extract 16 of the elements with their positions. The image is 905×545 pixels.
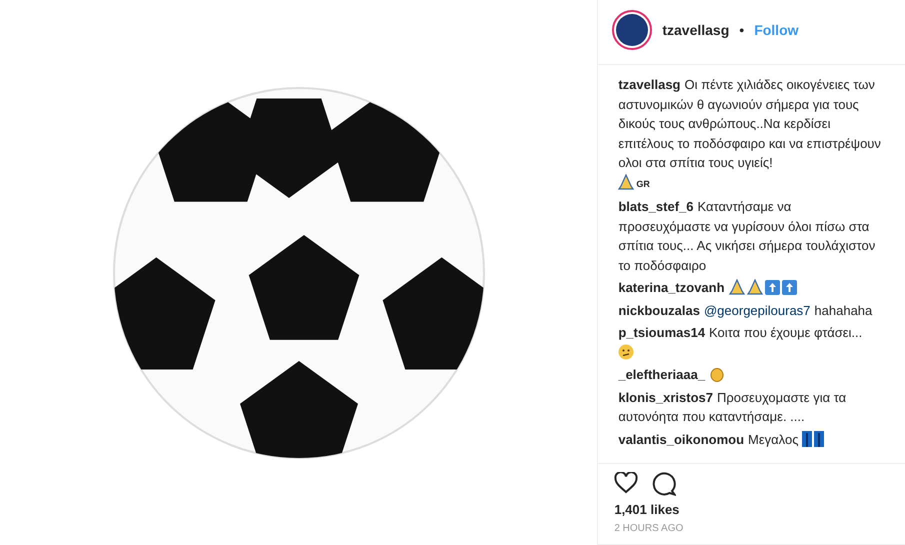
comment: _eleftheriaaa_ (618, 365, 883, 384)
comment: valantis_oikonomou Μεγαλος (618, 430, 883, 449)
likes-count[interactable]: 1,401 likes (598, 496, 905, 517)
comment-icon[interactable] (652, 472, 676, 496)
comment: klonis_xristos7 Προσευχομαστε για τα αυτονόητα που καταντήσαμε. .... (618, 388, 848, 426)
comment: p_tsioumas14 Κοιτα που έχουμε φτάσει... (618, 323, 883, 362)
mention-link[interactable]: @georgepilouras7 (704, 302, 810, 318)
avatar[interactable] (612, 10, 652, 50)
comment: katerina_tzovanh (618, 278, 883, 298)
separator-dot: • (739, 22, 744, 38)
comment: nickbouzalas @georgepilouras7 hahahaha (618, 302, 874, 320)
comment: tzavellasg Οι πέντε χιλιάδες οικογένειες των αστυνομικών θ αγωνιούν σήμερα για τους δικούς τους ανθρώπους..Να κερδίσει επιτέλους το ποδόσφαιρο και να επιστρέψουν ολοι στα σπίτια τους υγιείς! GR (618, 76, 882, 192)
heart-icon[interactable] (614, 472, 638, 494)
post-time: 2 HOURS AGO (598, 517, 905, 545)
username[interactable]: tzavellasg (662, 22, 730, 38)
confused-face-icon (618, 344, 634, 360)
